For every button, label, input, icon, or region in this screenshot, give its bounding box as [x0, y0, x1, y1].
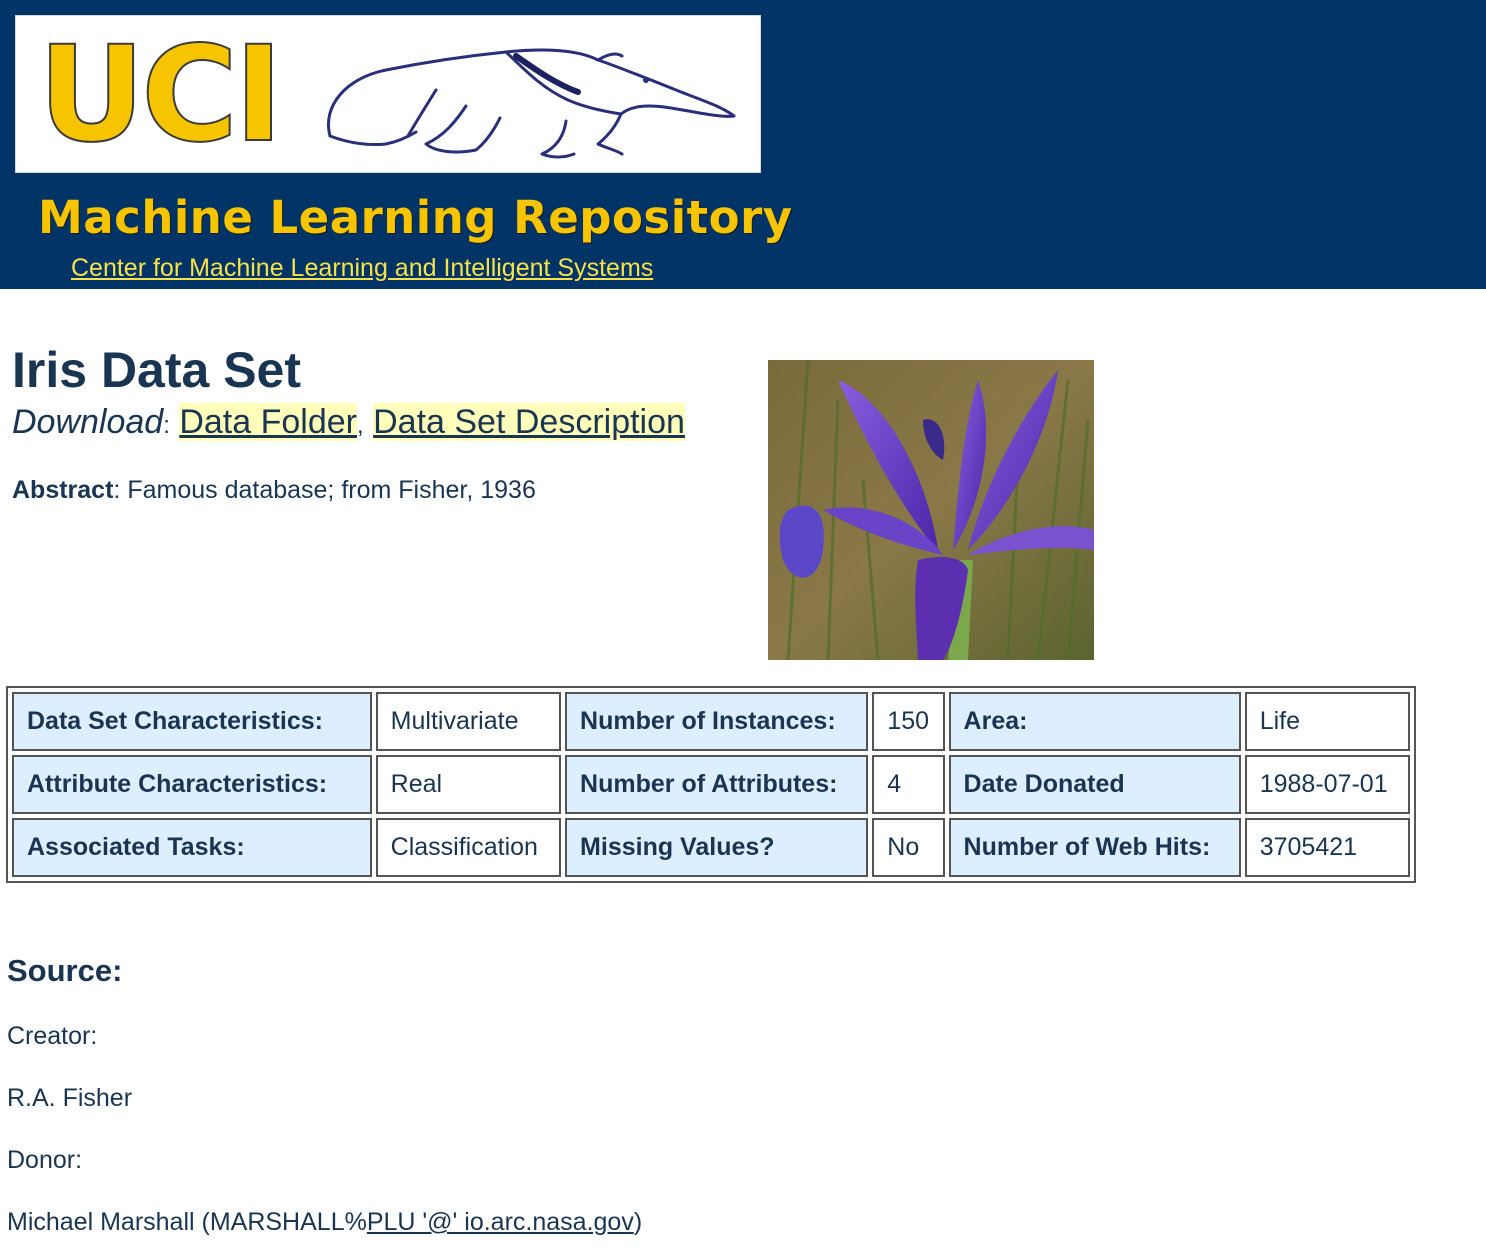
creator-label: Creator:	[7, 1022, 98, 1050]
iris-flower-image	[768, 360, 1094, 660]
download-line: Download: Data Folder, Data Set Descript…	[12, 400, 685, 448]
creator-name: R.A. Fisher	[7, 1084, 133, 1112]
uci-logo[interactable]: UCI	[15, 15, 761, 173]
table-cell-label: Missing Values?	[565, 818, 869, 877]
table-cell-label: Number of Instances:	[565, 692, 869, 751]
anteater-mascot-icon	[327, 48, 736, 159]
table-cell-value: Life	[1244, 692, 1410, 751]
uci-logo-text: UCI	[37, 18, 284, 172]
repository-title: Machine Learning Repository	[38, 191, 793, 244]
donor-email-link[interactable]: PLU '@' io.arc.nasa.gov	[367, 1208, 634, 1236]
table-cell-label: Area:	[948, 692, 1241, 751]
abstract-label: Abstract	[12, 476, 114, 504]
abstract-text: : Famous database; from Fisher, 1936	[113, 476, 536, 504]
table-cell-value: 1988-07-01	[1244, 755, 1410, 814]
donor-text-end: )	[633, 1208, 643, 1236]
table-cell-value: Classification	[375, 818, 562, 877]
table-row: Associated Tasks: Classification Missing…	[12, 818, 1410, 877]
page-title: Iris Data Set	[12, 342, 302, 398]
table-row: Attribute Characteristics: Real Number o…	[12, 755, 1410, 814]
donor-text: Michael Marshall (MARSHALL%	[7, 1208, 367, 1236]
header-banner: UCI Machine Learning Repository Center f…	[0, 0, 1486, 289]
data-folder-link[interactable]: Data Folder	[179, 403, 357, 441]
table-cell-value: Multivariate	[375, 692, 562, 751]
table-cell-label: Number of Web Hits:	[948, 818, 1241, 877]
donor-label: Donor:	[7, 1146, 83, 1174]
table-cell-label: Attribute Characteristics:	[12, 755, 372, 814]
donor-line: Michael Marshall (MARSHALL%PLU '@' io.ar…	[7, 1207, 642, 1237]
table-cell-value: 3705421	[1244, 818, 1410, 877]
download-separator: :	[163, 412, 170, 439]
table-cell-label: Date Donated	[948, 755, 1241, 814]
table-cell-value: Real	[375, 755, 562, 814]
table-cell-label: Associated Tasks:	[12, 818, 372, 877]
dataset-stats-table: Data Set Characteristics: Multivariate N…	[6, 686, 1416, 883]
iris-flower-icon	[768, 360, 1094, 660]
download-separator: ,	[356, 412, 364, 439]
abstract: Abstract: Famous database; from Fisher, …	[12, 475, 536, 505]
table-cell-label: Data Set Characteristics:	[12, 692, 372, 751]
table-row: Data Set Characteristics: Multivariate N…	[12, 692, 1410, 751]
table-cell-label: Number of Attributes:	[565, 755, 869, 814]
table-cell-value: 150	[872, 692, 945, 751]
table-cell-value: 4	[872, 755, 945, 814]
data-set-description-link[interactable]: Data Set Description	[373, 403, 685, 441]
center-ml-link[interactable]: Center for Machine Learning and Intellig…	[71, 253, 653, 283]
table-cell-value: No	[872, 818, 945, 877]
source-heading: Source:	[7, 953, 123, 988]
download-label: Download	[12, 403, 164, 441]
